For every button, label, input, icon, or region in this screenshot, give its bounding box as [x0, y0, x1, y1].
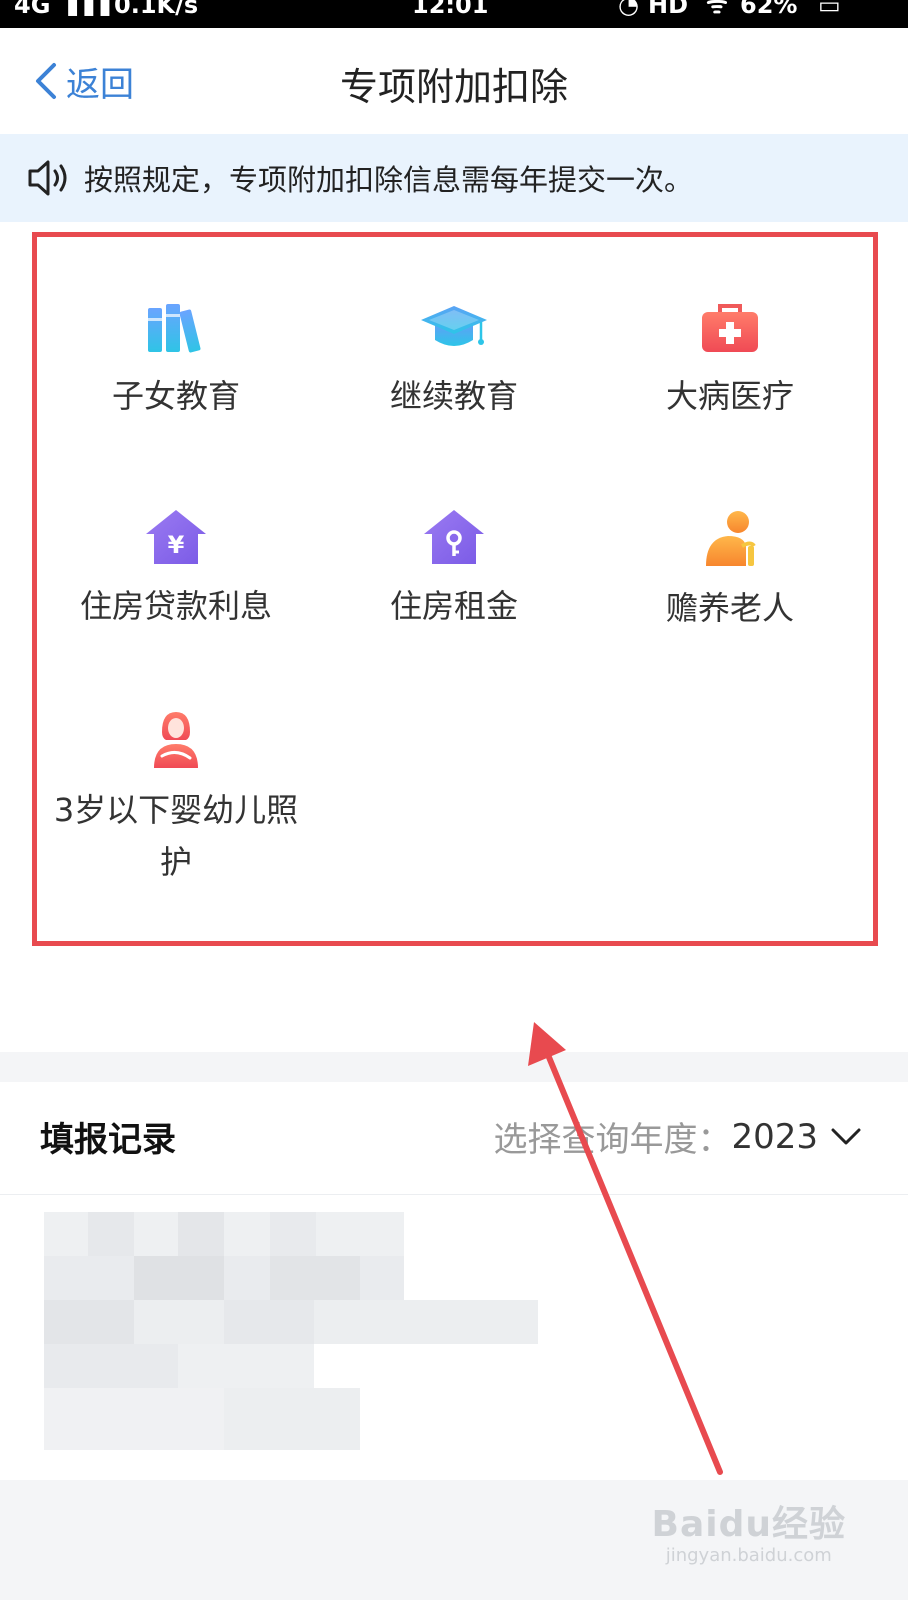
watermark-main: Baidu经验 [651, 1504, 846, 1545]
watermark: Baidu经验 jingyan.baidu.com [652, 1495, 846, 1566]
watermark-sub: jingyan.baidu.com [665, 1545, 832, 1566]
annotation-arrow [528, 1022, 723, 1475]
